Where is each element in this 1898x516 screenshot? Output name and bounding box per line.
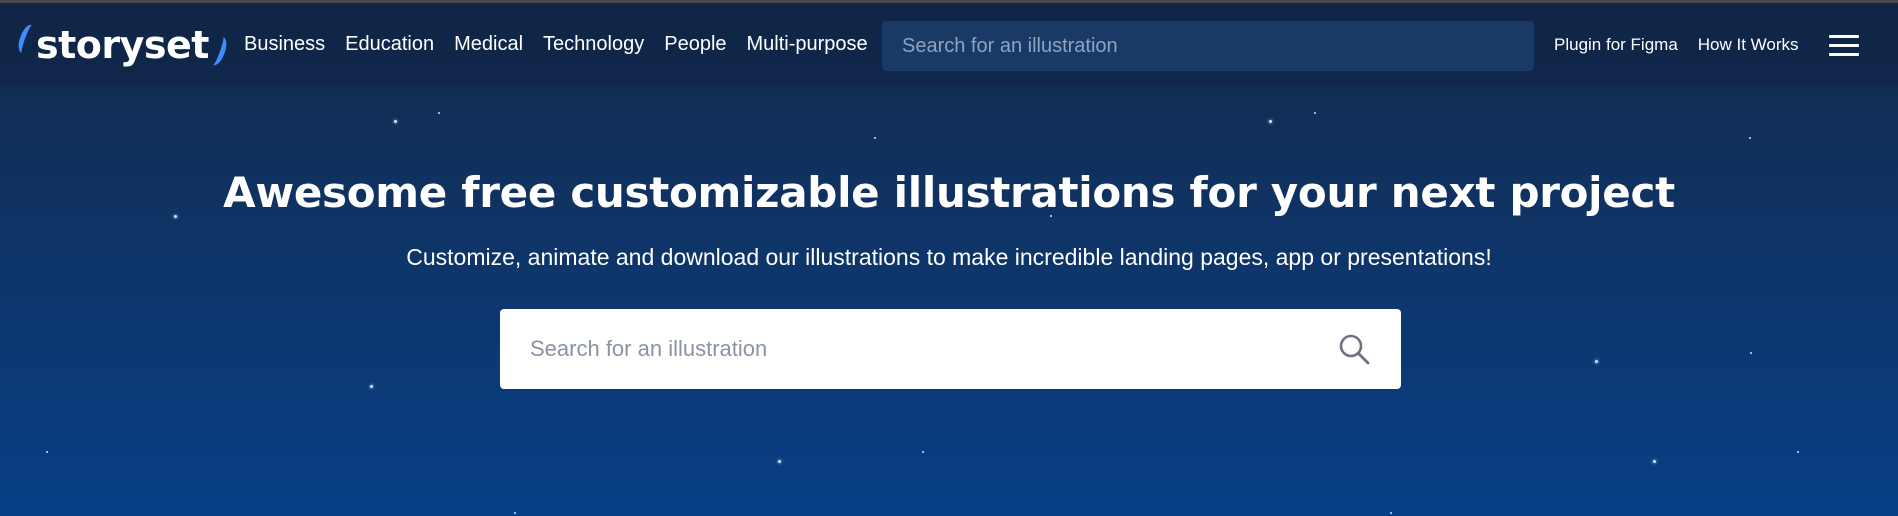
top-navbar: storyset Business Education Medical Tech… <box>0 3 1898 87</box>
star-decoration <box>1653 460 1656 463</box>
star-decoration <box>1749 137 1751 139</box>
star-decoration <box>370 385 373 388</box>
hero-search-box <box>500 309 1401 389</box>
star-decoration <box>778 460 781 463</box>
menu-hamburger-icon[interactable] <box>1829 35 1859 57</box>
plugin-for-figma-link[interactable]: Plugin for Figma <box>1554 35 1678 55</box>
star-decoration <box>1269 120 1272 123</box>
star-decoration <box>514 512 516 514</box>
star-decoration <box>874 137 876 139</box>
logo-arc-right-icon <box>206 34 230 68</box>
header-search-box <box>882 21 1534 71</box>
star-decoration <box>438 112 440 114</box>
nav-link-medical[interactable]: Medical <box>454 33 523 56</box>
star-decoration <box>1390 512 1392 514</box>
hero-subtitle: Customize, animate and download our illu… <box>406 244 1492 270</box>
header-right-links: Plugin for Figma How It Works <box>1554 35 1819 55</box>
hero-title: Awesome free customizable illustrations … <box>223 168 1675 217</box>
star-decoration <box>1750 352 1752 354</box>
category-nav: Business Education Medical Technology Pe… <box>244 33 888 56</box>
star-decoration <box>1595 360 1598 363</box>
star-decoration <box>922 451 924 453</box>
star-decoration <box>394 120 397 123</box>
menu-line <box>1829 53 1859 56</box>
nav-link-technology[interactable]: Technology <box>543 33 644 56</box>
menu-line <box>1829 44 1859 47</box>
header-search-input[interactable] <box>902 34 1514 58</box>
nav-link-multi-purpose[interactable]: Multi-purpose <box>747 33 868 56</box>
menu-line <box>1829 35 1859 38</box>
search-icon[interactable] <box>1337 332 1371 366</box>
nav-link-education[interactable]: Education <box>345 33 434 56</box>
star-decoration <box>1314 112 1316 114</box>
star-decoration <box>1797 451 1799 453</box>
nav-link-business[interactable]: Business <box>244 33 325 56</box>
how-it-works-link[interactable]: How It Works <box>1698 35 1799 55</box>
hero-search-input[interactable] <box>530 336 1337 362</box>
logo-text: storyset <box>36 23 209 67</box>
storyset-logo[interactable]: storyset <box>15 21 230 69</box>
star-decoration <box>46 451 48 453</box>
nav-link-people[interactable]: People <box>664 33 726 56</box>
